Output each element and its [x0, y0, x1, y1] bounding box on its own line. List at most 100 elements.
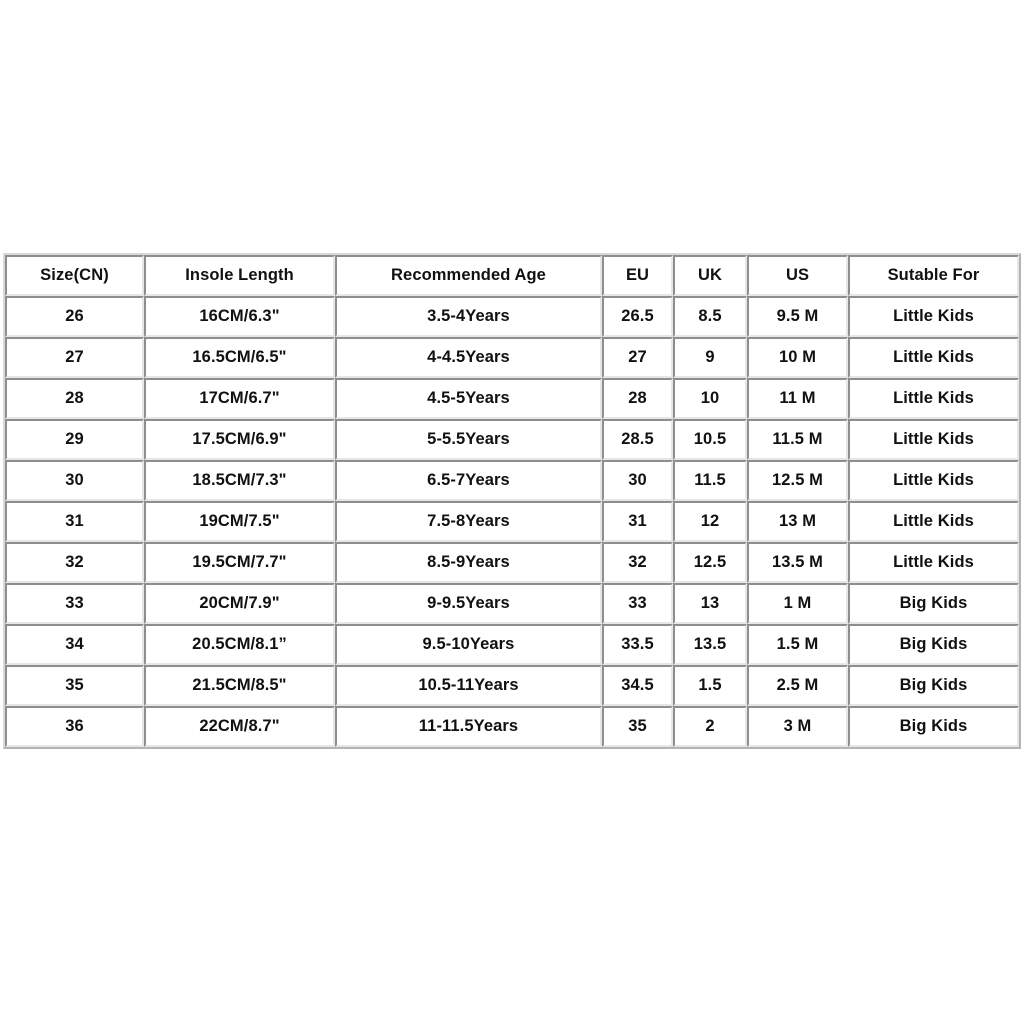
cell-eu: 33.5: [602, 624, 673, 665]
table-row: 34 20.5CM/8.1” 9.5-10Years 33.5 13.5 1.5 M Big…: [5, 624, 1019, 665]
cell-recommended-age: 4-4.5Years: [335, 337, 602, 378]
table-row: 36 22CM/8.7" 11-11.5Years 35 2 3 M Big Kids: [5, 706, 1019, 747]
table-row: 30 18.5CM/7.3" 6.5-7Years 30 11.5 12.5 M Littl…: [5, 460, 1019, 501]
cell-uk: 11.5: [673, 460, 747, 501]
column-header-insole-length: Insole Length: [144, 255, 335, 296]
cell-uk: 8.5: [673, 296, 747, 337]
cell-eu: 27: [602, 337, 673, 378]
cell-eu: 34.5: [602, 665, 673, 706]
cell-insole-length: 19CM/7.5": [144, 501, 335, 542]
cell-recommended-age: 9-9.5Years: [335, 583, 602, 624]
table-row: 35 21.5CM/8.5" 10.5-11Years 34.5 1.5 2.5 M Big…: [5, 665, 1019, 706]
cell-size-cn: 31: [5, 501, 144, 542]
cell-suitable-for: Little Kids: [848, 419, 1019, 460]
table-row: 33 20CM/7.9" 9-9.5Years 33 13 1 M Big Kids: [5, 583, 1019, 624]
cell-size-cn: 32: [5, 542, 144, 583]
table-row: 32 19.5CM/7.7" 8.5-9Years 32 12.5 13.5 M Littl…: [5, 542, 1019, 583]
cell-recommended-age: 7.5-8Years: [335, 501, 602, 542]
cell-us: 1.5 M: [747, 624, 848, 665]
cell-insole-length: 17CM/6.7": [144, 378, 335, 419]
cell-insole-length: 19.5CM/7.7": [144, 542, 335, 583]
cell-recommended-age: 3.5-4Years: [335, 296, 602, 337]
cell-size-cn: 28: [5, 378, 144, 419]
cell-size-cn: 35: [5, 665, 144, 706]
cell-us: 1 M: [747, 583, 848, 624]
cell-uk: 10: [673, 378, 747, 419]
cell-recommended-age: 11-11.5Years: [335, 706, 602, 747]
cell-insole-length: 21.5CM/8.5": [144, 665, 335, 706]
cell-size-cn: 34: [5, 624, 144, 665]
table-row: 28 17CM/6.7" 4.5-5Years 28 10 11 M Little Kids: [5, 378, 1019, 419]
cell-size-cn: 27: [5, 337, 144, 378]
cell-suitable-for: Little Kids: [848, 501, 1019, 542]
cell-us: 11 M: [747, 378, 848, 419]
cell-uk: 12.5: [673, 542, 747, 583]
table-header: Size(CN) Insole Length Recommended Age EU UK…: [5, 255, 1019, 296]
cell-suitable-for: Big Kids: [848, 624, 1019, 665]
cell-size-cn: 33: [5, 583, 144, 624]
cell-size-cn: 26: [5, 296, 144, 337]
cell-uk: 2: [673, 706, 747, 747]
table-body: 26 16CM/6.3" 3.5-4Years 26.5 8.5 9.5 M Little …: [5, 296, 1019, 747]
column-header-uk: UK: [673, 255, 747, 296]
cell-recommended-age: 9.5-10Years: [335, 624, 602, 665]
cell-suitable-for: Little Kids: [848, 460, 1019, 501]
cell-us: 9.5 M: [747, 296, 848, 337]
table-header-row: Size(CN) Insole Length Recommended Age EU UK…: [5, 255, 1019, 296]
cell-suitable-for: Big Kids: [848, 583, 1019, 624]
cell-suitable-for: Little Kids: [848, 337, 1019, 378]
cell-eu: 28.5: [602, 419, 673, 460]
cell-us: 13.5 M: [747, 542, 848, 583]
cell-recommended-age: 5-5.5Years: [335, 419, 602, 460]
cell-insole-length: 18.5CM/7.3": [144, 460, 335, 501]
cell-uk: 9: [673, 337, 747, 378]
cell-us: 12.5 M: [747, 460, 848, 501]
cell-uk: 13: [673, 583, 747, 624]
cell-us: 3 M: [747, 706, 848, 747]
cell-eu: 28: [602, 378, 673, 419]
cell-eu: 31: [602, 501, 673, 542]
cell-uk: 13.5: [673, 624, 747, 665]
cell-size-cn: 30: [5, 460, 144, 501]
column-header-size-cn: Size(CN): [5, 255, 144, 296]
table-row: 31 19CM/7.5" 7.5-8Years 31 12 13 M Little Kids: [5, 501, 1019, 542]
cell-insole-length: 20.5CM/8.1”: [144, 624, 335, 665]
cell-suitable-for: Little Kids: [848, 542, 1019, 583]
cell-insole-length: 20CM/7.9": [144, 583, 335, 624]
cell-uk: 10.5: [673, 419, 747, 460]
cell-eu: 32: [602, 542, 673, 583]
cell-us: 10 M: [747, 337, 848, 378]
table-row: 27 16.5CM/6.5" 4-4.5Years 27 9 10 M Little Kid…: [5, 337, 1019, 378]
cell-recommended-age: 8.5-9Years: [335, 542, 602, 583]
column-header-recommended-age: Recommended Age: [335, 255, 602, 296]
cell-us: 13 M: [747, 501, 848, 542]
table-row: 26 16CM/6.3" 3.5-4Years 26.5 8.5 9.5 M Little …: [5, 296, 1019, 337]
cell-insole-length: 16.5CM/6.5": [144, 337, 335, 378]
cell-eu: 30: [602, 460, 673, 501]
table-row: 29 17.5CM/6.9" 5-5.5Years 28.5 10.5 11.5 M Lit…: [5, 419, 1019, 460]
cell-suitable-for: Big Kids: [848, 706, 1019, 747]
cell-recommended-age: 6.5-7Years: [335, 460, 602, 501]
column-header-eu: EU: [602, 255, 673, 296]
cell-recommended-age: 10.5-11Years: [335, 665, 602, 706]
page-root: Size(CN) Insole Length Recommended Age EU UK…: [0, 0, 1024, 1023]
cell-size-cn: 29: [5, 419, 144, 460]
cell-suitable-for: Big Kids: [848, 665, 1019, 706]
cell-insole-length: 17.5CM/6.9": [144, 419, 335, 460]
column-header-us: US: [747, 255, 848, 296]
cell-eu: 26.5: [602, 296, 673, 337]
cell-uk: 1.5: [673, 665, 747, 706]
cell-recommended-age: 4.5-5Years: [335, 378, 602, 419]
cell-uk: 12: [673, 501, 747, 542]
column-header-suitable-for: Sutable For: [848, 255, 1019, 296]
cell-eu: 33: [602, 583, 673, 624]
cell-size-cn: 36: [5, 706, 144, 747]
cell-insole-length: 22CM/8.7": [144, 706, 335, 747]
kids-shoe-size-chart-table: Size(CN) Insole Length Recommended Age EU UK…: [3, 253, 1021, 749]
size-chart-container: Size(CN) Insole Length Recommended Age EU UK…: [3, 253, 1021, 749]
cell-suitable-for: Little Kids: [848, 378, 1019, 419]
cell-us: 2.5 M: [747, 665, 848, 706]
cell-suitable-for: Little Kids: [848, 296, 1019, 337]
cell-insole-length: 16CM/6.3": [144, 296, 335, 337]
cell-eu: 35: [602, 706, 673, 747]
